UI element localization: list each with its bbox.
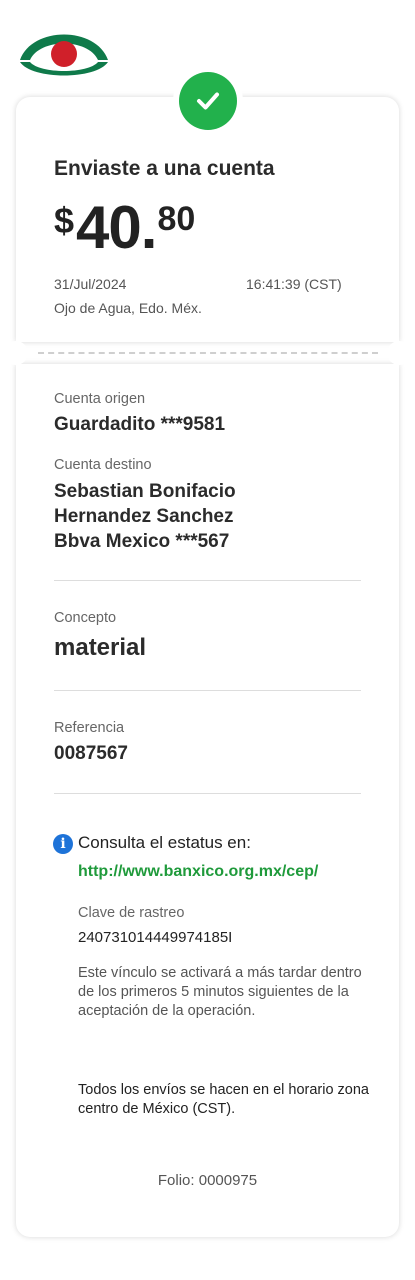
tracking-key-label: Clave de rastreo xyxy=(78,905,185,921)
bank-logo-icon xyxy=(18,16,110,80)
concept-value: material xyxy=(54,634,147,661)
amount-decimal-separator: . xyxy=(140,194,158,261)
banxico-link[interactable]: http://www.banxico.org.mx/cep/ xyxy=(78,863,318,881)
amount-cents: 80 xyxy=(157,200,196,238)
info-icon: i xyxy=(53,834,73,854)
origin-account-label: Cuenta origen xyxy=(54,391,146,407)
activation-note: Este vínculo se activará a más tardar de… xyxy=(78,965,362,1019)
transfer-amount: $ 40 . 80 xyxy=(54,196,195,266)
transaction-date: 31/Jul/2024 xyxy=(54,276,127,292)
folio-number: Folio: 0000975 xyxy=(157,1172,258,1189)
divider xyxy=(54,690,361,691)
origin-account-value: Guardadito ***9581 xyxy=(54,414,226,435)
reference-label: Referencia xyxy=(54,720,125,736)
check-circle-icon xyxy=(179,72,237,130)
status-prompt: Consulta el estatus en: xyxy=(78,833,251,852)
concept-label: Concepto xyxy=(54,610,117,626)
reference-value: 0087567 xyxy=(54,743,128,764)
perforation-notch-right xyxy=(387,341,411,365)
timezone-note: Todos los envíos se hacen en el horario … xyxy=(78,1082,369,1117)
amount-currency: $ xyxy=(54,200,75,241)
transaction-location: Ojo de Agua, Edo. Méx. xyxy=(54,300,202,316)
tracking-key-value: 240731014449974185I xyxy=(78,929,233,946)
perforation-notch-left xyxy=(4,341,28,365)
divider xyxy=(54,580,361,581)
destination-account-label: Cuenta destino xyxy=(54,457,152,473)
amount-integer: 40 xyxy=(76,194,142,261)
destination-name-line1: Sebastian Bonifacio xyxy=(54,481,236,502)
perforation-line xyxy=(38,352,378,354)
destination-name-line2: Hernandez Sanchez xyxy=(54,506,234,527)
destination-bank: Bbva Mexico ***567 xyxy=(54,531,230,552)
transaction-time: 16:41:39 (CST) xyxy=(246,276,342,292)
divider xyxy=(54,793,361,794)
page-title: Enviaste a una cuenta xyxy=(54,157,275,180)
